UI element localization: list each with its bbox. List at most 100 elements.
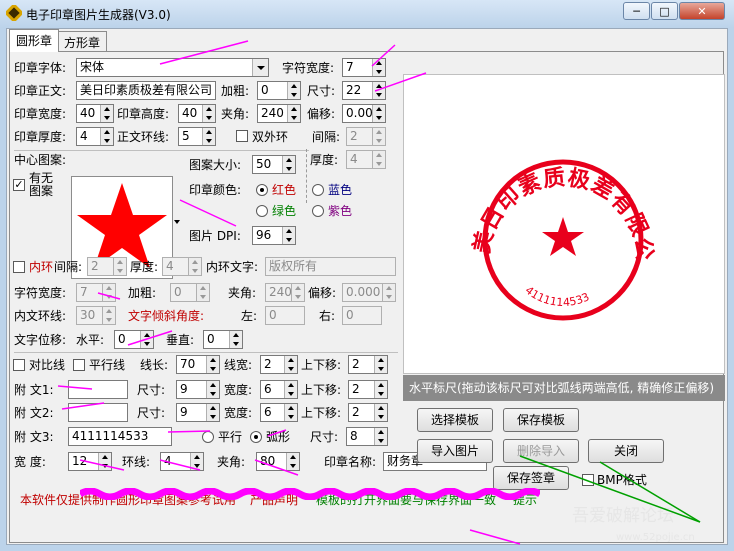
inner-offset-spinner[interactable]: 0.000 [342, 283, 396, 302]
tilt-left-input[interactable]: 0 [265, 306, 305, 325]
shift-horizontal-spinner[interactable]: 0 [114, 330, 154, 349]
tab-round-seal[interactable]: 圆形章 [9, 29, 60, 52]
parallel-line-label: 平行线 [89, 358, 126, 372]
inner-bold-spinner[interactable]: 0 [170, 283, 210, 302]
inner-char-width-spinner[interactable]: 7 [76, 283, 116, 302]
inner-gap-spinner[interactable]: 2 [87, 257, 127, 276]
inner-thickness-label: 厚度: [130, 260, 159, 274]
close-window-button[interactable]: ✕ [679, 2, 725, 20]
extra1-width-spinner[interactable]: 6 [260, 380, 298, 399]
dpi-label: 图片 DPI: [189, 229, 241, 243]
size-spinner[interactable]: 22 [342, 81, 386, 100]
tilt-right-input[interactable]: 0 [342, 306, 382, 325]
save-template-button[interactable]: 保存模板 [503, 408, 579, 432]
bottom-angle-spinner[interactable]: 80 [256, 452, 300, 471]
tilt-angle-label: 文字倾斜角度: [128, 309, 205, 323]
seal-name-label: 印章名称: [324, 455, 377, 469]
text-label: 印章正文: [14, 84, 67, 98]
extra1-input[interactable] [68, 380, 128, 399]
image-size-spinner[interactable]: 50 [252, 155, 296, 174]
close-button[interactable]: 关闭 [588, 439, 664, 463]
inner-text-input[interactable]: 版权所有 [265, 257, 396, 276]
compare-line-checkbox[interactable] [13, 359, 25, 371]
extra2-width-spinner[interactable]: 6 [260, 403, 298, 422]
seal-number-text: 4111114533 [523, 284, 592, 309]
line-length-spinner[interactable]: 70 [176, 355, 220, 374]
extra2-size-spinner[interactable]: 9 [176, 403, 220, 422]
double-ring-checkbox[interactable] [236, 130, 248, 142]
color-purple-radio[interactable] [312, 205, 324, 217]
extra2-move-spinner[interactable]: 2 [348, 403, 388, 422]
height-spinner[interactable]: 40 [178, 104, 216, 123]
inner-bold-label: 加粗: [128, 286, 157, 300]
line-move-spinner[interactable]: 2 [348, 355, 388, 374]
thickness2-label: 厚度: [310, 153, 339, 167]
extra3-arc-radio[interactable] [250, 431, 262, 443]
delete-import-button[interactable]: 删除导入 [503, 439, 579, 463]
ring-spinner[interactable]: 5 [178, 127, 216, 146]
color-red-radio[interactable] [256, 184, 268, 196]
divider [14, 352, 398, 353]
extra3-size-label: 尺寸: [310, 430, 339, 444]
extra2-input[interactable] [68, 403, 128, 422]
window-title: 电子印章图片生成器(V3.0) [26, 8, 171, 22]
maximize-button[interactable]: □ [651, 2, 678, 20]
extra1-size-label: 尺寸: [137, 383, 166, 397]
dpi-spinner[interactable]: 96 [252, 226, 296, 245]
font-select[interactable]: 宋体 [76, 58, 269, 77]
bold-label: 加粗: [221, 84, 250, 98]
gap-spinner[interactable]: 2 [346, 127, 386, 146]
tab-square-seal[interactable]: 方形章 [57, 31, 108, 51]
inner-text-label: 内环文字: [206, 260, 259, 274]
save-seal-button[interactable]: 保存签章 [493, 466, 569, 490]
bottom-width-spinner[interactable]: 12 [68, 452, 112, 471]
extra3-input[interactable]: 4111114533 [68, 427, 172, 446]
angle-spinner[interactable]: 240 [257, 104, 301, 123]
seal-star-icon [542, 217, 584, 256]
extra1-size-spinner[interactable]: 9 [176, 380, 220, 399]
has-image-checkbox[interactable]: ✓ [13, 179, 25, 191]
divider [14, 150, 309, 151]
color-blue-radio[interactable] [312, 184, 324, 196]
bmp-checkbox[interactable] [582, 474, 594, 486]
tilt-left-label: 左: [241, 309, 258, 323]
minimize-button[interactable]: ─ [623, 2, 650, 20]
watermark-url: www.52pojie.cn [616, 532, 695, 543]
line-length-label: 线长: [140, 358, 169, 372]
color-label: 印章颜色: [189, 183, 242, 197]
parallel-line-checkbox[interactable] [73, 359, 85, 371]
width-spinner[interactable]: 40 [76, 104, 114, 123]
bold-spinner[interactable]: 0 [257, 81, 301, 100]
bottom-ring-spinner[interactable]: 4 [160, 452, 204, 471]
offset-spinner[interactable]: 0.000 [342, 104, 386, 123]
extra3-arc-label: 弧形 [266, 430, 291, 444]
inner-angle-spinner[interactable]: 240 [265, 283, 305, 302]
inner-ring-line-spinner[interactable]: 30 [76, 306, 116, 325]
chevron-down-icon[interactable] [252, 59, 268, 76]
import-image-button[interactable]: 导入图片 [417, 439, 493, 463]
shift-vertical-spinner[interactable]: 0 [203, 330, 243, 349]
extra3-parallel-radio[interactable] [202, 431, 214, 443]
inner-thickness-spinner[interactable]: 4 [162, 257, 202, 276]
thickness2-spinner[interactable]: 4 [346, 150, 386, 169]
color-green-radio[interactable] [256, 205, 268, 217]
line-width-spinner[interactable]: 2 [260, 355, 298, 374]
select-template-button[interactable]: 选择模板 [417, 408, 493, 432]
extra1-move-spinner[interactable]: 2 [348, 380, 388, 399]
char-width-spinner[interactable]: 7 [342, 58, 386, 77]
extra3-size-spinner[interactable]: 8 [346, 427, 388, 446]
image-dropdown-icon[interactable] [174, 220, 180, 224]
inner-ring-checkbox[interactable] [13, 261, 25, 273]
height-label: 印章高度: [117, 107, 170, 121]
shift-vertical-label: 垂直: [166, 333, 195, 347]
seal-text-input[interactable]: 美日印素质极差有限公司 [76, 81, 216, 100]
bottom-angle-label: 夹角: [217, 455, 246, 469]
extra3-parallel-label: 平行 [218, 430, 243, 444]
obscured-marquee-graphic [80, 488, 540, 500]
extra1-width-label: 宽度: [224, 383, 253, 397]
thickness-spinner[interactable]: 4 [76, 127, 114, 146]
gap-label: 间隔: [312, 130, 341, 144]
inner-angle-label: 夹角: [228, 286, 257, 300]
horizontal-ruler[interactable]: 水平标尺(拖动该标尺可对比弧线两端高低, 精确修正偏移) [403, 375, 725, 401]
extra2-move-label: 上下移: [301, 406, 342, 420]
